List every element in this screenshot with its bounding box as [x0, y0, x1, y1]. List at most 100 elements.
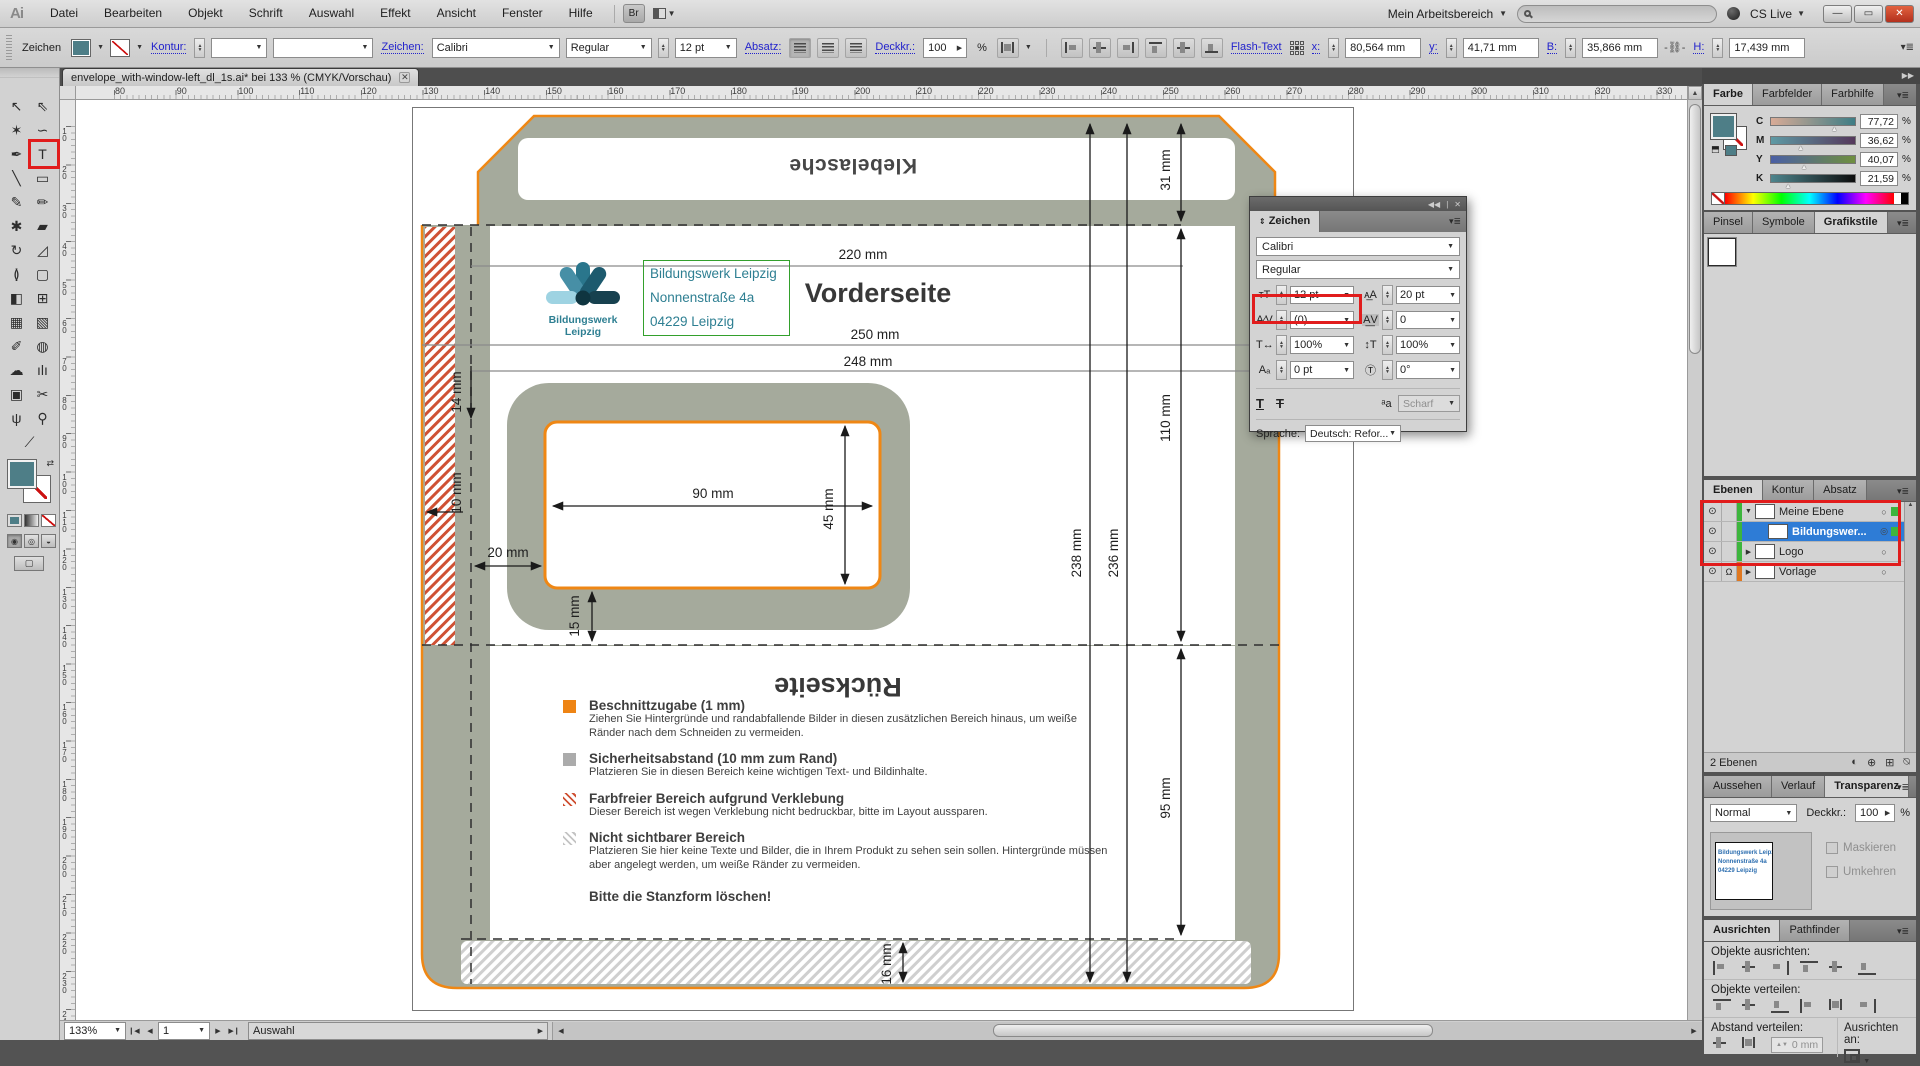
character-panel[interactable]: ◀◀|✕ ⇕Zeichen ▾≣ Calibri▼ Regular▼ тT ▲▼… [1249, 196, 1467, 432]
font-family-select[interactable]: Calibri▼ [432, 38, 560, 58]
magic-wand-tool[interactable]: ✶ [4, 118, 30, 142]
font-size-stepper[interactable]: ▲▼ [1276, 285, 1287, 305]
panel-menu-icon[interactable]: ▾≣ [1892, 921, 1914, 942]
blend-mode-select[interactable]: Normal▼ [1710, 804, 1797, 822]
distribute-h-center-button[interactable] [1829, 999, 1847, 1013]
font-family-select[interactable]: Calibri▼ [1256, 237, 1460, 256]
font-size-stepper[interactable]: ▲▼ [658, 38, 669, 58]
menu-item[interactable]: Schrift [236, 0, 296, 27]
horizontal-ruler[interactable]: 8090100110120130140150160170180190200210… [76, 86, 1687, 100]
layers-scrollbar[interactable]: ▲ [1904, 502, 1916, 752]
align-left-button[interactable] [1713, 961, 1731, 975]
chevron-down-icon[interactable]: ▼ [136, 44, 143, 51]
slider-handle[interactable] [1801, 164, 1808, 171]
hand-tool[interactable]: ψ [4, 406, 30, 430]
pen-tool[interactable]: ✒ [4, 142, 30, 166]
y-label[interactable]: y: [1429, 41, 1438, 54]
slider-handle[interactable] [1785, 183, 1792, 190]
tab[interactable]: Verlauf [1772, 776, 1825, 797]
align-text-right-button[interactable] [845, 38, 867, 58]
gradient-tool[interactable]: ▧ [30, 310, 56, 334]
visibility-eye-icon[interactable]: ⊙ [1704, 542, 1722, 561]
menu-item[interactable]: Ansicht [424, 0, 489, 27]
character-panel-link[interactable]: Zeichen: [381, 41, 423, 54]
y-stepper[interactable]: ▲▼ [1446, 38, 1457, 58]
fill-color-swatch[interactable] [71, 39, 91, 57]
baseline-select[interactable]: 0 pt▼ [1290, 361, 1354, 379]
h-scale-stepper[interactable]: ▲▼ [1276, 335, 1287, 355]
layer-row[interactable]: ⊙ Bildungswer... ◎ [1704, 522, 1904, 542]
link-dimensions-icon[interactable]: -⛓- [1664, 41, 1685, 54]
x-label[interactable]: x: [1312, 41, 1321, 54]
color-value-field[interactable]: 36,62 [1860, 133, 1898, 148]
opacity-field[interactable]: 100▶ [1855, 804, 1895, 822]
scrollbar-thumb[interactable] [993, 1024, 1433, 1037]
expand-icon[interactable]: ▼ [1742, 508, 1755, 515]
align-bottom-button[interactable] [1201, 38, 1223, 58]
menu-item[interactable]: Datei [37, 0, 91, 27]
lock-icon[interactable] [1722, 522, 1737, 541]
tab[interactable]: Pinsel [1704, 212, 1753, 233]
distribute-v-center-button[interactable] [1742, 999, 1760, 1013]
blob-brush-tool[interactable]: ✱ [4, 214, 30, 238]
rotation-stepper[interactable]: ▲▼ [1382, 360, 1393, 380]
column-graph-tool[interactable]: ılı [30, 358, 56, 382]
panel-grip[interactable] [0, 68, 59, 78]
shape-builder-tool[interactable]: ◧ [4, 286, 30, 310]
align-h-center-button[interactable] [1089, 38, 1111, 58]
stroke-weight-stepper[interactable]: ▲▼ [194, 38, 205, 58]
page-number-select[interactable]: 1▼ [158, 1022, 210, 1040]
tab[interactable]: Ebenen [1704, 480, 1763, 501]
font-size-select[interactable]: 12 pt▼ [675, 38, 737, 58]
knife-tool[interactable]: ⟋ [4, 430, 56, 454]
h-scale-select[interactable]: 100%▼ [1290, 336, 1354, 354]
direct-selection-tool[interactable]: ⇖ [30, 94, 56, 118]
expand-icon[interactable]: ▶ [1742, 548, 1755, 556]
underline-button[interactable]: T [1256, 396, 1264, 411]
layer-name[interactable]: Vorlage [1779, 566, 1877, 578]
graphic-style-swatch[interactable] [1708, 238, 1736, 266]
draw-normal-button[interactable]: ◉ [7, 534, 22, 548]
slice-tool[interactable]: ✂ [30, 382, 56, 406]
blend-tool[interactable]: ◍ [30, 334, 56, 358]
lock-icon[interactable]: Ω [1722, 562, 1737, 581]
draw-inside-button[interactable]: ◒ [41, 534, 56, 548]
layer-thumbnail[interactable] [1768, 524, 1788, 539]
document-tab[interactable]: envelope_with-window-left_dl_1s.ai* bei … [62, 68, 419, 86]
cs-live-button[interactable]: CS Live▼ [1750, 7, 1805, 21]
white-black-swatch[interactable] [1894, 193, 1908, 204]
align-top-button[interactable] [1800, 961, 1818, 975]
new-layer-icon[interactable]: ⊞ [1885, 756, 1894, 769]
align-h-center-button[interactable] [1742, 961, 1760, 975]
align-top-button[interactable] [1145, 38, 1167, 58]
align-v-center-button[interactable] [1829, 961, 1847, 975]
panel-grip[interactable] [6, 35, 12, 61]
color-slider[interactable] [1770, 174, 1856, 183]
selection-tool[interactable]: ↖ [4, 94, 30, 118]
layer-row[interactable]: ⊙ Ω ▶ Vorlage ○ [1704, 562, 1904, 582]
target-circle-icon[interactable]: ◎ [1877, 526, 1891, 537]
leading-stepper[interactable]: ▲▼ [1382, 285, 1393, 305]
menu-item[interactable]: Fenster [489, 0, 556, 27]
spacing-field[interactable]: ▲▼0 mm [1771, 1037, 1823, 1053]
v-distribute-space-button[interactable] [1713, 1037, 1731, 1051]
color-value-field[interactable]: 77,72 [1860, 114, 1898, 129]
type-tool[interactable]: T [30, 142, 56, 166]
align-right-button[interactable] [1117, 38, 1139, 58]
symbol-sprayer-tool[interactable]: ☁ [4, 358, 30, 382]
paintbrush-tool[interactable]: ✎ [4, 190, 30, 214]
none-mode-button[interactable] [41, 514, 56, 527]
width-profile-select[interactable]: ▼ [273, 38, 373, 58]
color-slider[interactable] [1770, 136, 1856, 145]
font-size-select[interactable]: 12 pt▼ [1290, 286, 1354, 304]
minimize-button[interactable]: — [1823, 5, 1852, 23]
vertical-ruler[interactable]: 1020304050607080901001101201301401501601… [60, 100, 76, 1020]
vertical-scrollbar[interactable]: ▲ [1687, 86, 1702, 1020]
line-segment-tool[interactable]: ╲ [4, 166, 30, 190]
gamut-color-swatch[interactable] [1725, 145, 1737, 156]
color-slider[interactable] [1770, 117, 1856, 126]
width-tool[interactable]: ≬ [4, 262, 30, 286]
tab[interactable]: Farbfelder [1753, 84, 1822, 105]
workspace-switcher[interactable]: Mein Arbeitsbereich▼ [1388, 7, 1507, 21]
close-button[interactable]: ✕ [1885, 5, 1914, 23]
